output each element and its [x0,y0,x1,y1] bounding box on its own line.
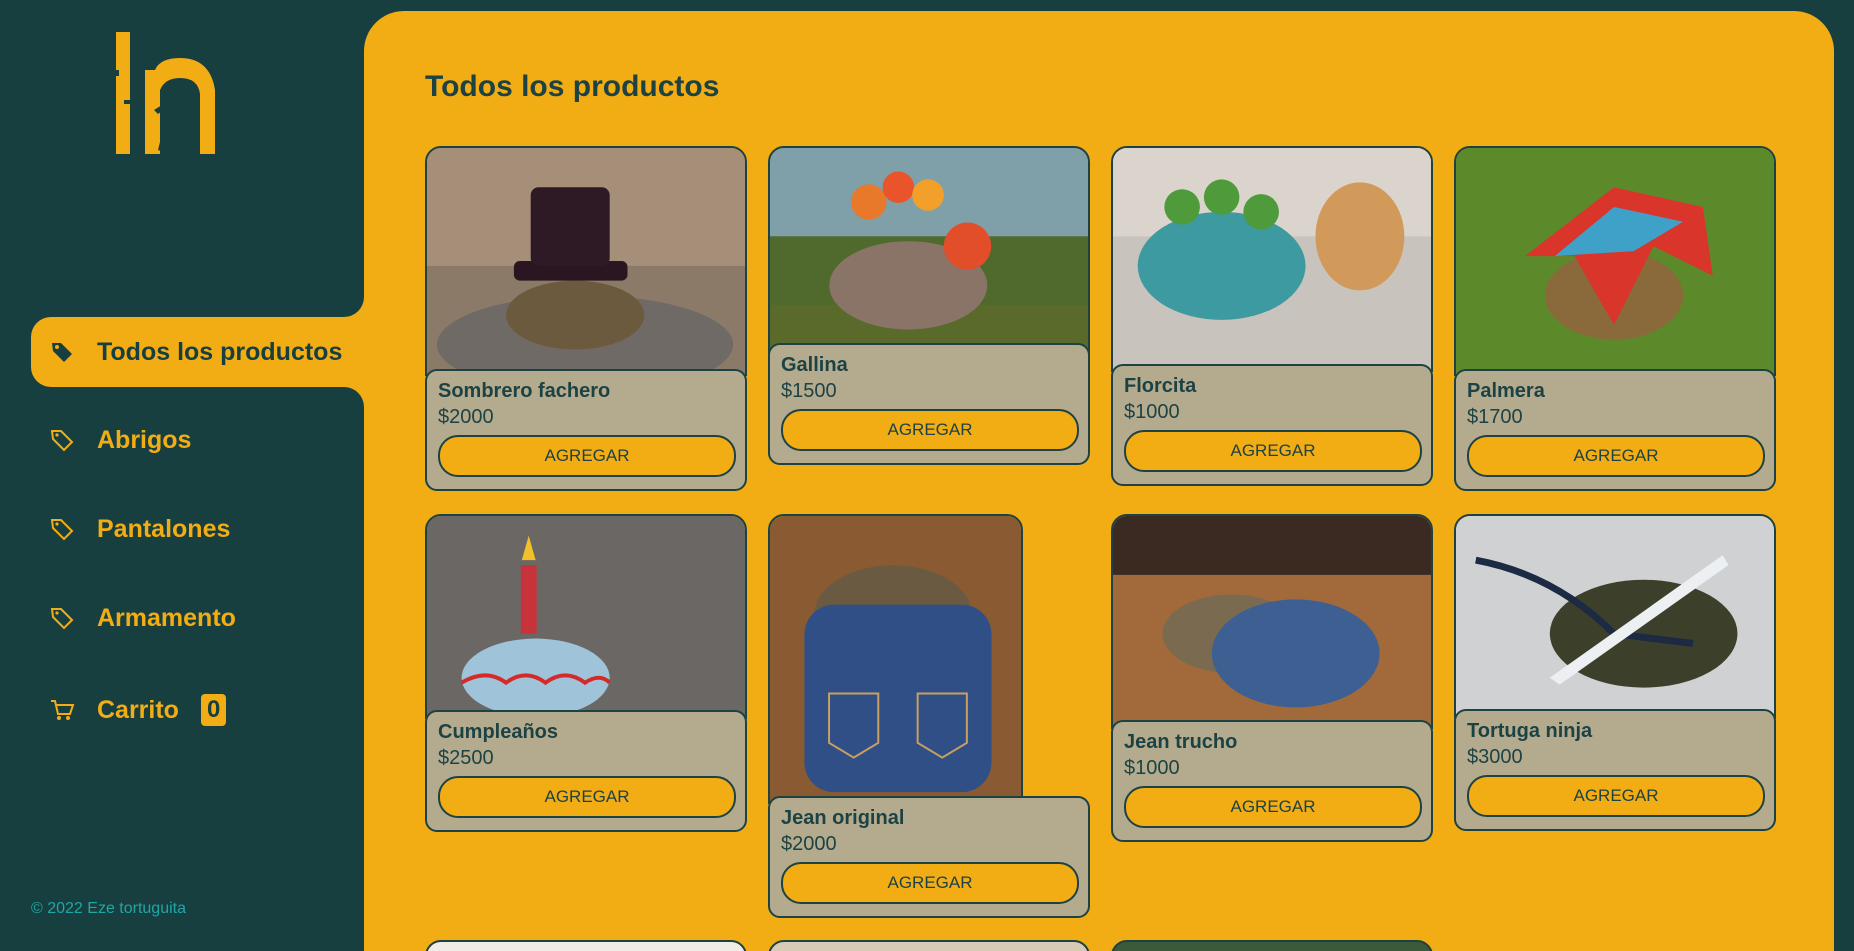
add-to-cart-button[interactable]: AGREGAR [1124,430,1422,472]
product-image [1111,514,1433,729]
tag-outline-icon [49,427,75,453]
sidebar-item-carrito[interactable]: Carrito 0 [31,675,364,745]
product-image [1454,146,1776,376]
product-image [768,146,1090,356]
sidebar-item-label: Abrigos [97,425,192,454]
tag-outline-icon [49,605,75,631]
add-to-cart-button[interactable]: AGREGAR [1467,775,1765,817]
sidebar-item-label: Armamento [97,603,236,632]
product-image [1111,146,1433,372]
product-info: Sombrero fachero $2000 AGREGAR [425,369,747,491]
product-info: Palmera $1700 AGREGAR [1454,369,1776,491]
product-price: $1000 [1124,401,1180,423]
product-image [768,940,1090,951]
add-to-cart-button[interactable]: AGREGAR [781,862,1079,904]
product-name: Tortuga ninja [1467,720,1593,742]
product-name: Jean original [781,807,905,829]
product-price: $1700 [1467,406,1523,428]
product-name: Cumpleaños [438,721,559,743]
sidebar-item-label: Pantalones [97,514,231,543]
add-to-cart-button[interactable]: AGREGAR [1124,786,1422,828]
product-name: Sombrero fachero [438,380,611,402]
product-info: Jean original $2000 AGREGAR [768,796,1090,918]
product-image [1454,514,1776,719]
product-name: Jean trucho [1124,731,1238,753]
product-info: Cumpleaños $2500 AGREGAR [425,710,747,832]
add-to-cart-button[interactable]: AGREGAR [1467,435,1765,477]
product-price: $1500 [781,380,837,402]
product-info: Jean trucho $1000 AGREGAR [1111,720,1433,842]
product-info: Florcita $1000 AGREGAR [1111,364,1433,486]
product-price: $3000 [1467,746,1523,768]
tag-outline-icon [49,516,75,542]
cart-icon [49,697,75,723]
product-image [1111,940,1433,951]
tag-icon [49,339,75,365]
sidebar-item-label: Todos los productos [97,337,343,366]
sidebar-item-todos[interactable]: Todos los productos [31,317,364,387]
logo [114,32,215,154]
sidebar: Todos los productos Abrigos Pantalones A… [0,0,364,951]
cart-count-badge: 0 [200,694,227,726]
product-image [425,146,747,376]
product-info: Gallina $1500 AGREGAR [768,343,1090,465]
sidebar-item-pantalones[interactable]: Pantalones [31,494,364,564]
add-to-cart-button[interactable]: AGREGAR [781,409,1079,451]
product-image [425,514,747,719]
product-info: Tortuga ninja $3000 AGREGAR [1454,709,1776,831]
add-to-cart-button[interactable]: AGREGAR [438,776,736,818]
product-name: Florcita [1124,375,1197,397]
sidebar-item-label: Carrito [97,695,179,724]
main-panel: Todos los productos Sombrero fachero $20… [364,11,1834,951]
product-price: $1000 [1124,757,1180,779]
product-price: $2500 [438,747,494,769]
add-to-cart-button[interactable]: AGREGAR [438,435,736,477]
product-image [768,514,1023,804]
sidebar-item-abrigos[interactable]: Abrigos [31,405,364,475]
page-title: Todos los productos [425,70,720,103]
footer-copyright: © 2022 Eze tortuguita [31,900,186,917]
product-name: Gallina [781,354,848,376]
product-image [425,940,747,951]
sidebar-item-armamento[interactable]: Armamento [31,583,364,653]
product-price: $2000 [781,833,837,855]
product-price: $2000 [438,406,494,428]
product-name: Palmera [1467,380,1545,402]
